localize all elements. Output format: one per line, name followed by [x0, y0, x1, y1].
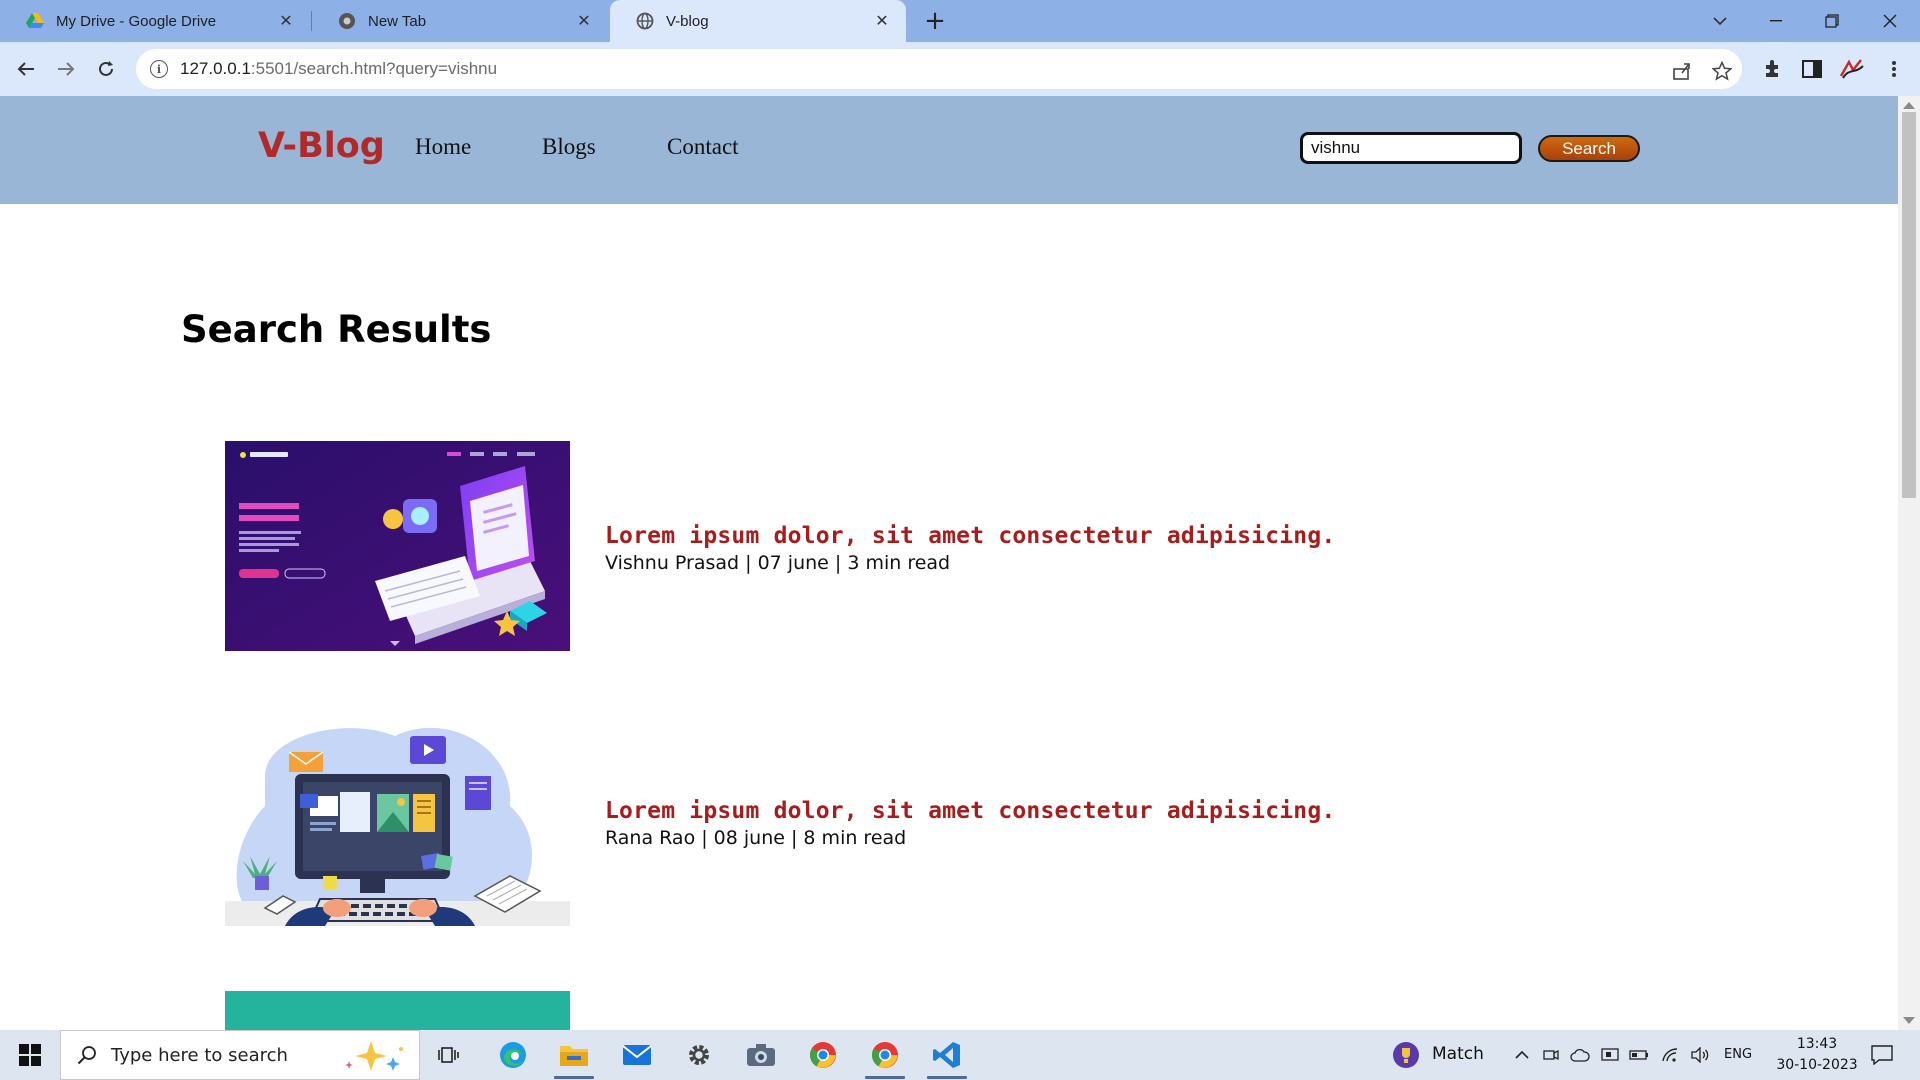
search-button[interactable]: Search — [1538, 135, 1640, 162]
device-icon[interactable] — [1600, 1045, 1620, 1065]
search-icon — [77, 1045, 97, 1065]
chrome-icon[interactable] — [856, 1030, 914, 1080]
weather-widget-icon[interactable] — [1392, 1041, 1420, 1069]
clock-date[interactable]: 30-10-2023 — [1764, 1057, 1870, 1073]
language-indicator[interactable]: ENG — [1724, 1047, 1752, 1062]
task-view-icon[interactable] — [420, 1030, 478, 1080]
desktop-workspace-illustration[interactable] — [225, 716, 570, 926]
search-result-item[interactable]: Lorem ipsum dolor, sit amet consectetur … — [225, 441, 1425, 651]
scroll-up-arrow[interactable] — [1903, 102, 1915, 109]
search-placeholder: Type here to search — [111, 1044, 288, 1066]
nav-home[interactable]: Home — [415, 134, 471, 160]
notification-center-icon[interactable] — [1870, 1043, 1894, 1067]
site-info-icon[interactable]: i — [150, 60, 168, 78]
extensions-puzzle-icon[interactable] — [1758, 55, 1786, 83]
camera-icon[interactable] — [732, 1030, 790, 1080]
chrome-icon[interactable] — [794, 1030, 852, 1080]
tab-title: My Drive - Google Drive — [56, 12, 217, 30]
globe-icon — [636, 12, 654, 30]
file-explorer-icon[interactable] — [545, 1030, 603, 1080]
back-button[interactable] — [10, 53, 42, 85]
site-header: V-Blog Home Blogs Contact vishnu Search — [0, 96, 1898, 204]
browser-toolbar: i 127.0.0.1:5501/search.html?query=vishn… — [0, 42, 1920, 96]
show-hidden-icons-chevron-up-icon[interactable] — [1512, 1045, 1532, 1065]
result-meta: Vishnu Prasad | 07 june | 3 min read — [605, 552, 951, 574]
chrome-icon — [338, 12, 356, 30]
search-result-item[interactable] — [225, 991, 1425, 1030]
forward-button[interactable] — [50, 53, 82, 85]
result-title[interactable]: Lorem ipsum dolor, sit amet consectetur … — [605, 523, 1335, 549]
onedrive-cloud-icon[interactable] — [1570, 1045, 1590, 1065]
windows-start-button[interactable] — [0, 1030, 60, 1080]
profile-avatar-icon[interactable] — [1838, 55, 1866, 83]
restore-button[interactable] — [1804, 0, 1860, 42]
url-host: 127.0.0.1 — [180, 59, 251, 78]
result-title[interactable]: Lorem ipsum dolor, sit amet consectetur … — [605, 798, 1335, 824]
result-meta: Rana Rao | 08 june | 8 min read — [605, 827, 907, 849]
address-bar[interactable]: i 127.0.0.1:5501/search.html?query=vishn… — [136, 49, 1742, 89]
battery-icon[interactable] — [1629, 1045, 1649, 1065]
tab-v-blog[interactable]: V-blog ✕ — [610, 0, 906, 42]
side-panel-icon[interactable] — [1798, 55, 1826, 83]
windows-taskbar: Type here to search Match ENG 13:43 30-1… — [0, 1030, 1920, 1080]
share-icon[interactable] — [1670, 59, 1694, 83]
result-thumbnail[interactable] — [225, 991, 570, 1030]
site-logo[interactable]: V-Blog — [258, 126, 385, 166]
taskbar-search-box[interactable]: Type here to search — [60, 1030, 420, 1080]
clock-time[interactable]: 13:43 — [1786, 1036, 1848, 1052]
wifi-icon[interactable] — [1660, 1045, 1680, 1065]
settings-gear-icon[interactable] — [670, 1030, 728, 1080]
url-path: :5501/search.html?query=vishnu — [250, 59, 498, 78]
page-title: Search Results — [181, 308, 492, 351]
scroll-down-arrow[interactable] — [1903, 1017, 1915, 1024]
nav-contact[interactable]: Contact — [667, 134, 739, 160]
tab-new-tab[interactable]: New Tab ✕ — [312, 0, 608, 42]
meet-now-icon[interactable] — [1541, 1045, 1561, 1065]
bookmark-star-icon[interactable] — [1710, 59, 1734, 83]
close-tab-icon[interactable]: ✕ — [870, 9, 894, 33]
sparkle-icon — [335, 1039, 407, 1077]
new-tab-button[interactable]: + — [920, 6, 950, 36]
tab-google-drive[interactable]: My Drive - Google Drive ✕ — [0, 0, 310, 42]
tab-title: V-blog — [666, 12, 709, 30]
address-url: 127.0.0.1:5501/search.html?query=vishnu — [180, 59, 497, 79]
minimize-button[interactable] — [1748, 0, 1804, 42]
close-tab-icon[interactable]: ✕ — [274, 9, 298, 33]
close-tab-icon[interactable]: ✕ — [572, 9, 596, 33]
isometric-laptop-illustration[interactable] — [225, 441, 570, 651]
page-viewport: V-Blog Home Blogs Contact vishnu Search … — [0, 96, 1898, 1030]
reload-button[interactable] — [90, 53, 122, 85]
close-window-button[interactable] — [1862, 0, 1918, 42]
vscode-icon[interactable] — [918, 1030, 976, 1080]
chrome-menu-icon[interactable] — [1880, 55, 1908, 83]
tab-search-icon[interactable] — [1692, 0, 1748, 42]
google-drive-icon — [26, 12, 44, 30]
weather-widget-label[interactable]: Match — [1432, 1044, 1484, 1064]
page-scrollbar[interactable] — [1898, 96, 1920, 1030]
mail-icon[interactable] — [608, 1030, 666, 1080]
edge-icon[interactable] — [484, 1030, 542, 1080]
volume-icon[interactable] — [1690, 1045, 1710, 1065]
scrollbar-thumb[interactable] — [1902, 112, 1916, 498]
search-input[interactable]: vishnu — [1300, 132, 1522, 164]
browser-tab-strip: My Drive - Google Drive ✕ New Tab ✕ V-bl… — [0, 0, 1920, 42]
tab-title: New Tab — [368, 12, 427, 30]
search-result-item[interactable]: Lorem ipsum dolor, sit amet consectetur … — [225, 716, 1425, 926]
nav-blogs[interactable]: Blogs — [542, 134, 596, 160]
